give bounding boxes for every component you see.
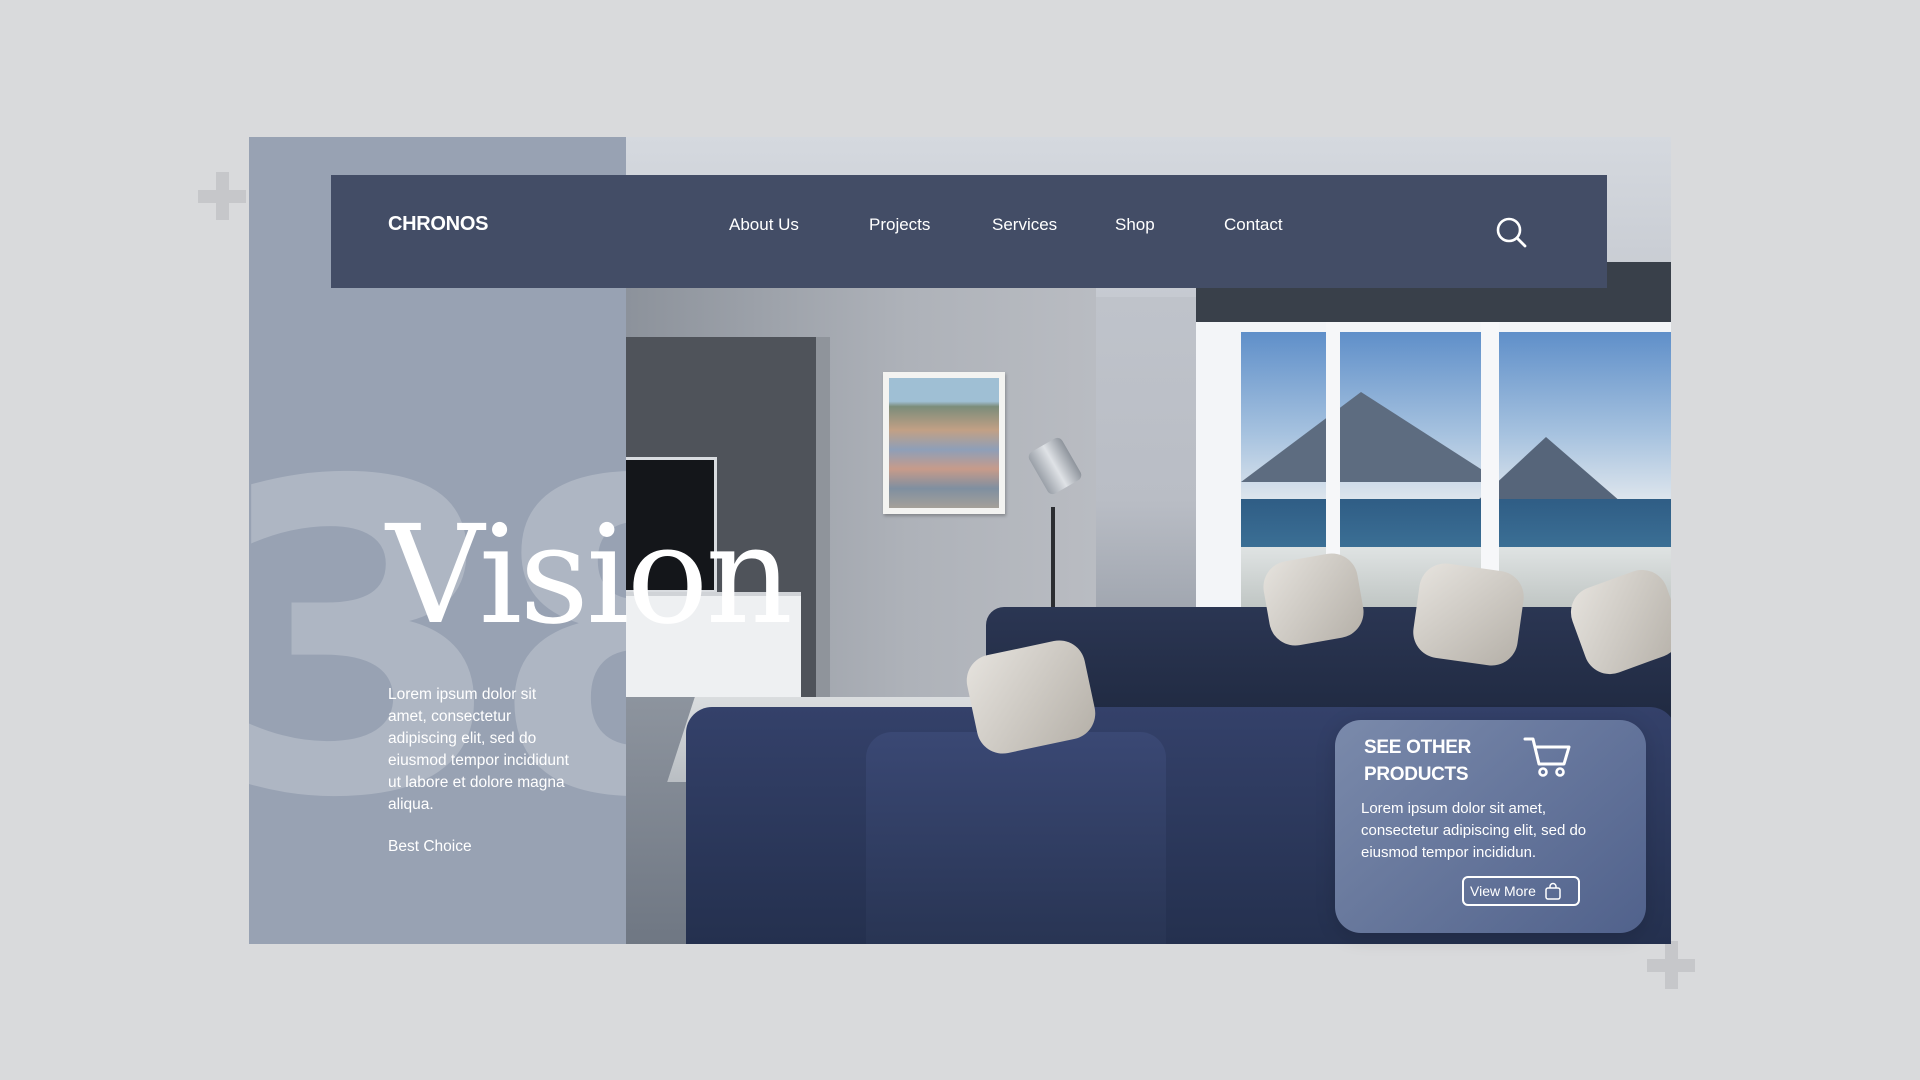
shopping-bag-icon	[1545, 882, 1561, 900]
plus-decoration	[1643, 937, 1699, 993]
nav-about-us[interactable]: About Us	[729, 215, 799, 235]
painting-image	[883, 372, 1005, 514]
nav-services[interactable]: Services	[992, 215, 1057, 235]
nav-shop[interactable]: Shop	[1115, 215, 1155, 235]
products-promo-card: SEE OTHER PRODUCTS Lorem ipsum dolor sit…	[1335, 720, 1646, 933]
nav-projects[interactable]: Projects	[869, 215, 930, 235]
promo-text: Lorem ipsum dolor sit amet, consectetur …	[1361, 800, 1587, 861]
search-icon[interactable]	[1494, 215, 1528, 249]
hero-title: Vision	[386, 497, 793, 655]
promo-title: SEE OTHER PRODUCTS	[1364, 737, 1472, 785]
nav-contact[interactable]: Contact	[1224, 215, 1283, 235]
brand-logo[interactable]: CHRONOS	[388, 213, 488, 236]
view-more-button[interactable]: View More	[1462, 876, 1580, 906]
top-navigation: CHRONOS About Us Projects Services Shop …	[331, 175, 1607, 288]
best-choice-tag: Best Choice	[388, 838, 472, 855]
hero-description: Lorem ipsum dolor sit amet, consectetur …	[388, 685, 569, 813]
plus-decoration	[194, 168, 250, 224]
cart-icon[interactable]	[1522, 734, 1574, 780]
view-more-label: View More	[1470, 883, 1536, 899]
